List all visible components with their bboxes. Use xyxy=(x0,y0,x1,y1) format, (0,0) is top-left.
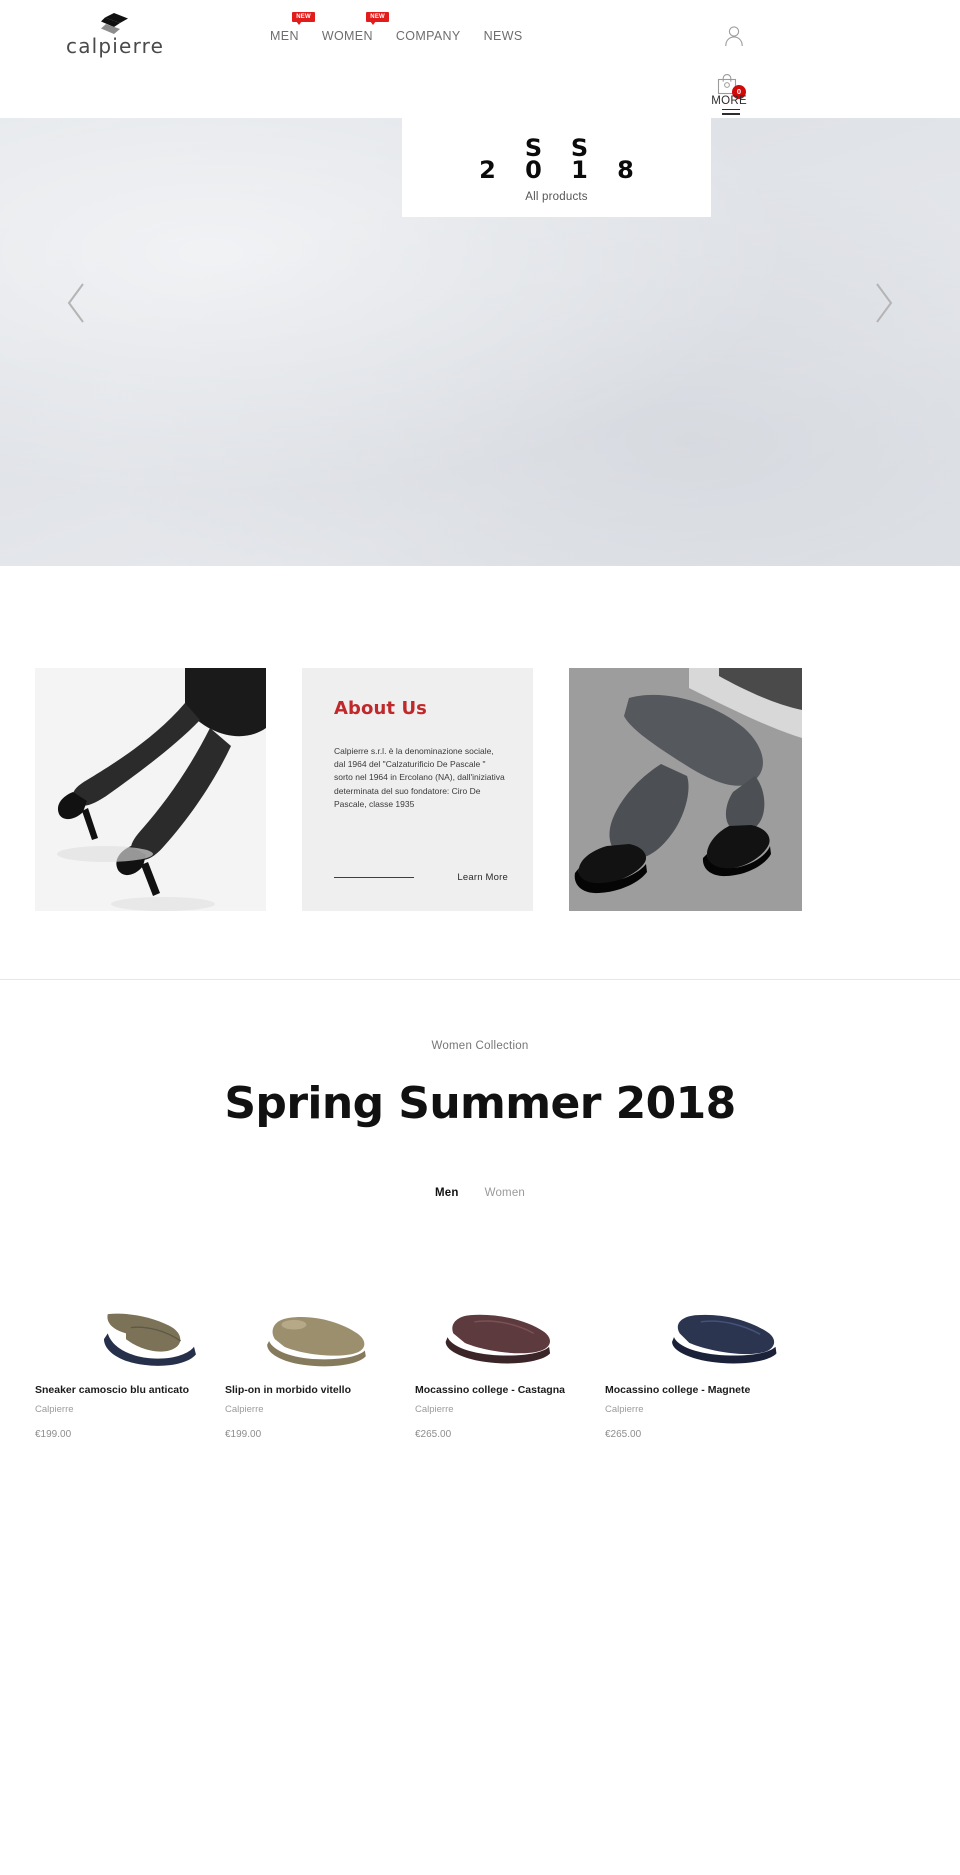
site-header: calpierre NEW MEN NEW WOMEN COMPANY NEWS… xyxy=(0,0,960,118)
brand-logo[interactable]: calpierre xyxy=(66,13,165,58)
product-vendor: Calpierre xyxy=(35,1404,74,1416)
user-account-icon[interactable] xyxy=(724,25,744,47)
product-card[interactable]: Mocassino college - Magnete Calpierre €2… xyxy=(605,1223,795,1440)
hero-all-products-link[interactable]: All products xyxy=(525,191,587,203)
product-grid: Sneaker camoscio blu anticato Calpierre … xyxy=(0,1223,960,1440)
nav-label-men: MEN xyxy=(270,29,299,43)
about-image-women xyxy=(35,668,266,911)
hero-cell-r2c4: 8 xyxy=(617,156,634,184)
collection-section: Women Collection Spring Summer 2018 Men … xyxy=(0,979,960,1440)
product-image xyxy=(415,1223,597,1367)
blue-suede-sneaker-image xyxy=(35,1226,217,1366)
chevron-left-icon[interactable] xyxy=(64,281,90,325)
product-price: €265.00 xyxy=(605,1429,642,1441)
about-body-text: Calpierre s.r.l. è la denominazione soci… xyxy=(334,746,505,809)
nav-item-women[interactable]: NEW WOMEN xyxy=(321,12,389,43)
product-name: Sneaker camoscio blu anticato xyxy=(35,1384,190,1396)
product-vendor: Calpierre xyxy=(605,1404,644,1416)
new-badge-women: NEW xyxy=(366,12,389,25)
hero-season-grid: S S 2 0 1 8 xyxy=(465,136,649,182)
burgundy-college-loafer-image xyxy=(415,1226,597,1364)
hero-cell-r2c3: 1 xyxy=(571,156,588,184)
collection-eyebrow: Women Collection xyxy=(431,1040,529,1052)
nav-item-company[interactable]: COMPANY xyxy=(396,29,461,43)
hero-cell-r1c2: S xyxy=(524,134,543,162)
man-seated-shoes-illustration xyxy=(569,668,802,911)
product-image xyxy=(605,1223,787,1367)
hero-cell-r1c1 xyxy=(465,136,511,158)
hero-banner: S S 2 0 1 8 All products xyxy=(0,118,960,566)
product-card[interactable]: Slip-on in morbido vitello Calpierre €19… xyxy=(225,1223,415,1440)
hamburger-menu-icon[interactable] xyxy=(722,109,740,118)
product-name: Mocassino college - Castagna xyxy=(415,1384,565,1396)
product-name: Mocassino college - Magnete xyxy=(605,1384,751,1396)
new-badge-men: NEW xyxy=(292,12,315,25)
hero-cell-r2c1: 2 xyxy=(479,156,496,184)
collection-tabs: Men Women xyxy=(0,1187,960,1199)
nav-label-women: WOMEN xyxy=(321,29,373,43)
tab-women[interactable]: Women xyxy=(485,1187,525,1199)
about-text-panel: About Us Calpierre s.r.l. è la denominaz… xyxy=(302,668,533,911)
tab-men[interactable]: Men xyxy=(435,1187,459,1199)
nav-item-news[interactable]: NEWS xyxy=(484,29,523,43)
about-divider-line xyxy=(334,877,414,878)
product-card[interactable]: Mocassino college - Castagna Calpierre €… xyxy=(415,1223,605,1440)
nav-label-company: COMPANY xyxy=(395,29,461,43)
about-image-men xyxy=(569,668,802,911)
product-price: €199.00 xyxy=(225,1429,262,1441)
hero-cell-r1c3: S xyxy=(570,134,589,162)
nav-item-men[interactable]: NEW MEN xyxy=(270,12,315,43)
main-navigation: NEW MEN NEW WOMEN COMPANY NEWS xyxy=(270,12,523,43)
chevron-right-icon[interactable] xyxy=(870,281,896,325)
product-image xyxy=(225,1223,407,1367)
more-label[interactable]: MORE xyxy=(711,95,747,107)
calpierre-diamond-logo xyxy=(101,13,128,34)
product-price: €199.00 xyxy=(35,1429,72,1441)
product-price: €265.00 xyxy=(415,1429,452,1441)
woman-legs-heels-illustration xyxy=(35,668,266,911)
nav-label-news: NEWS xyxy=(483,29,523,43)
product-name: Slip-on in morbido vitello xyxy=(225,1384,351,1396)
hero-overlay-card: S S 2 0 1 8 All products xyxy=(402,118,711,217)
learn-more-link[interactable]: Learn More xyxy=(457,872,508,883)
about-title: About Us xyxy=(334,698,427,719)
beige-calf-slip-on-image xyxy=(225,1226,407,1367)
product-image xyxy=(35,1223,217,1367)
navy-college-loafer-image xyxy=(605,1226,787,1364)
product-vendor: Calpierre xyxy=(415,1404,454,1416)
product-vendor: Calpierre xyxy=(225,1404,264,1416)
about-footer-row: Learn More xyxy=(334,872,508,883)
about-section: About Us Calpierre s.r.l. è la denominaz… xyxy=(0,566,960,911)
collection-title: Spring Summer 2018 xyxy=(224,1078,736,1129)
product-card[interactable]: Sneaker camoscio blu anticato Calpierre … xyxy=(35,1223,225,1440)
hero-cell-r2c2: 0 xyxy=(525,156,542,184)
cart-button[interactable]: 0 xyxy=(716,73,746,99)
hero-cell-r1c4 xyxy=(603,136,649,158)
brand-wordmark: calpierre xyxy=(66,34,165,58)
